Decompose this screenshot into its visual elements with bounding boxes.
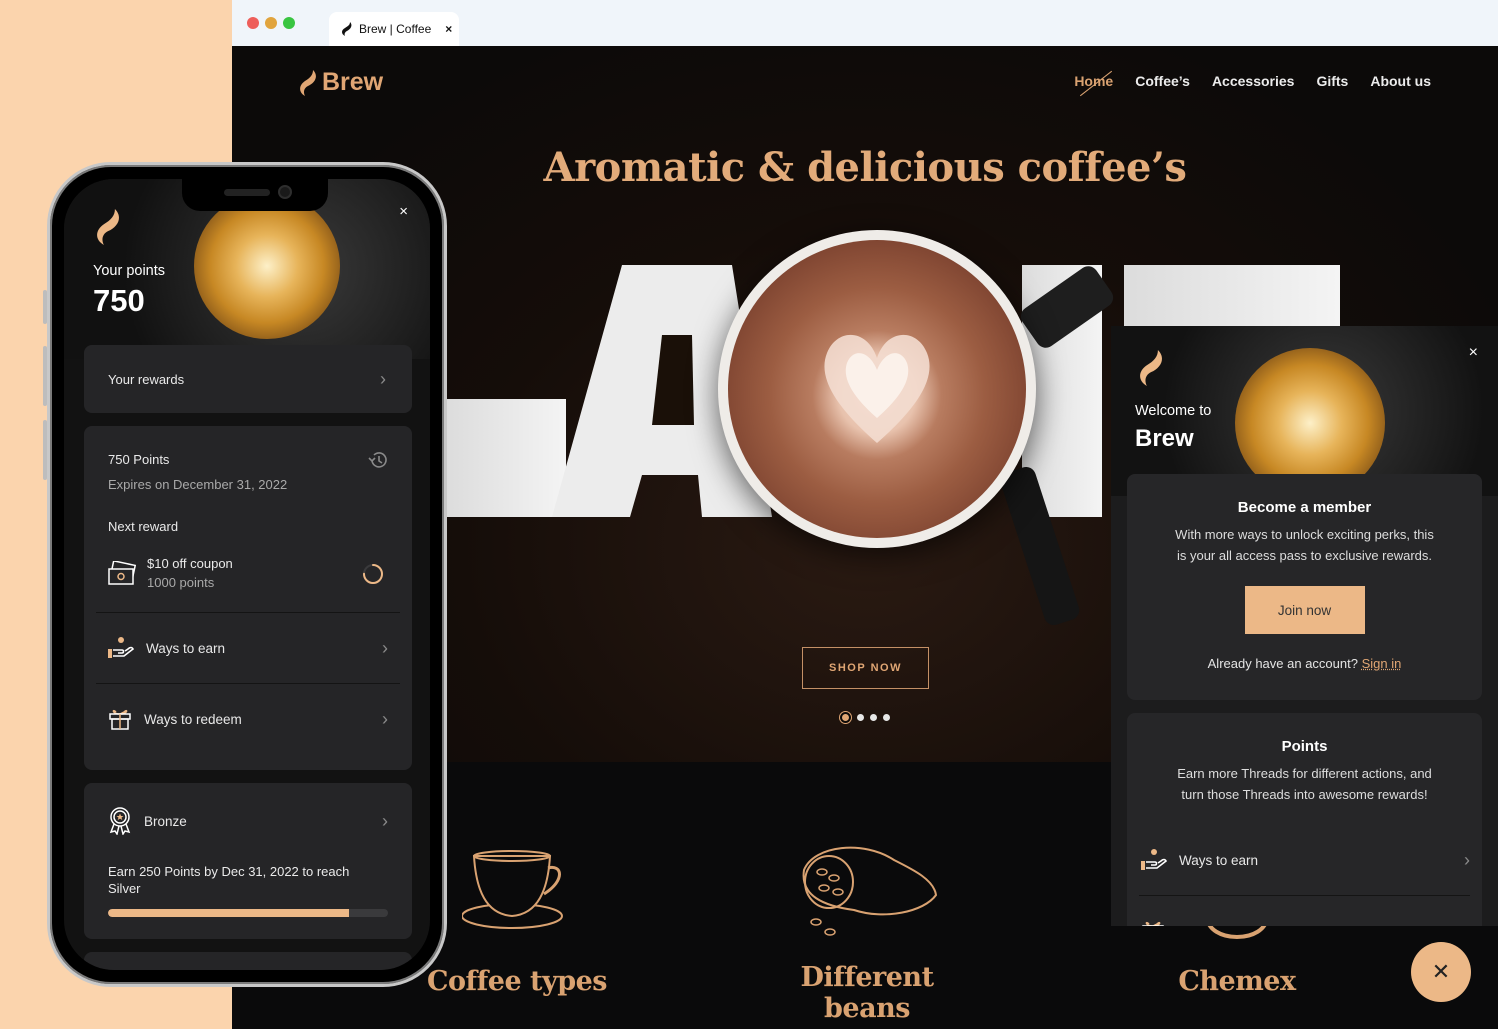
nav-accessories[interactable]: Accessories (1212, 73, 1295, 89)
tier-name: Bronze (144, 813, 187, 829)
popup-ways-to-redeem[interactable]: Ways to redeem › (1127, 896, 1482, 926)
coffee-bean-sack-icon (802, 846, 938, 936)
maximize-window-button[interactable] (283, 17, 295, 29)
flame-logo-icon (300, 69, 316, 96)
points-value: 750 (93, 283, 145, 318)
hero-slider-dots (840, 712, 890, 723)
hand-coin-icon (1141, 849, 1167, 870)
gift-icon (1142, 921, 1164, 926)
next-card-peek (84, 952, 412, 970)
chevron-right-icon: › (382, 708, 388, 729)
welcome-text: Welcome to (1135, 403, 1212, 419)
welcome-brand: Brew (1135, 425, 1194, 452)
coffee-cup-icon (462, 850, 563, 929)
next-reward-progress-ring (363, 564, 383, 584)
nav-gifts[interactable]: Gifts (1316, 73, 1348, 89)
chevron-right-icon: › (382, 810, 388, 831)
tier-progress-bar (108, 909, 388, 917)
history-icon[interactable] (368, 450, 388, 470)
browser-chrome: Brew | Coffee × (232, 0, 1498, 46)
chevron-right-icon: › (382, 637, 388, 658)
feature-label: Chemex (1178, 966, 1296, 997)
tab-close-icon[interactable]: × (445, 22, 452, 36)
shop-now-button[interactable]: SHOP NOW (802, 647, 929, 689)
slider-dot[interactable] (870, 714, 877, 721)
hand-coin-icon (108, 637, 134, 658)
signin-prompt: Already have an account? Sign in (1207, 656, 1402, 671)
close-window-button[interactable] (247, 17, 259, 29)
tier-progress-fill (108, 909, 349, 917)
tab-title: Brew | Coffee (359, 22, 432, 36)
feature-chemex[interactable]: Chemex (1132, 916, 1342, 997)
nav-home[interactable]: Home (1074, 73, 1113, 89)
tier-card: Bronze › Earn 250 Points by Dec 31, 2022… (84, 783, 412, 939)
hero-letter-l-foot (446, 399, 566, 517)
loyalty-popup: × Welcome to Brew Become a member With m… (1111, 326, 1498, 926)
points-balance: 750 Points (108, 452, 170, 467)
tier-row[interactable]: Bronze › (84, 783, 412, 859)
your-points-label: Your points (93, 263, 166, 279)
window-controls (247, 17, 295, 29)
feature-label: Different beans (800, 962, 934, 1024)
your-rewards-card[interactable]: Your rewards › (84, 345, 412, 413)
flame-logo-icon (1140, 350, 1162, 386)
award-badge-icon (109, 807, 131, 835)
phone-notch (182, 179, 328, 211)
next-reward-cost: 1000 points (147, 575, 215, 590)
phone-ways-to-earn[interactable]: Ways to earn › (96, 613, 400, 683)
browser-tab[interactable]: Brew | Coffee × (329, 12, 459, 46)
popup-close-icon[interactable]: × (1469, 344, 1478, 362)
member-card-text: With more ways to unlock exciting perks,… (1175, 527, 1434, 563)
become-member-card: Become a member With more ways to unlock… (1127, 474, 1482, 700)
sign-in-link[interactable]: Sign in (1362, 656, 1402, 671)
minimize-window-button[interactable] (265, 17, 277, 29)
brew-favicon-icon (342, 22, 352, 36)
phone-close-icon[interactable]: × (399, 203, 408, 220)
points-expiry: Expires on December 31, 2022 (108, 477, 288, 492)
main-menu: Home Coffee’s Accessories Gifts About us (1074, 73, 1431, 89)
chevron-right-icon: › (1464, 849, 1470, 870)
phone-ways-to-redeem[interactable]: Ways to redeem › (96, 684, 400, 754)
gift-icon (109, 709, 131, 730)
latte-image (194, 193, 340, 339)
points-card-title: Points (1281, 738, 1328, 755)
flame-logo-icon (97, 209, 119, 245)
widget-close-fab[interactable]: ✕ (1411, 942, 1471, 1002)
slider-dot-active[interactable] (840, 712, 851, 723)
nav-coffees[interactable]: Coffee’s (1135, 73, 1190, 89)
phone-screen: × Your points 750 Your rewards › 750 Poi… (64, 179, 430, 970)
next-reward-name: $10 off coupon (147, 556, 233, 571)
points-card-text: Earn more Threads for different actions,… (1177, 766, 1432, 802)
brand-logo[interactable]: Brew (298, 68, 383, 97)
hero-letter-e (1124, 265, 1340, 327)
next-reward-label: Next reward (108, 519, 179, 534)
front-camera (278, 185, 292, 199)
latte-cup-image (718, 230, 1036, 548)
feature-label: Coffee types (427, 966, 607, 997)
member-card-title: Become a member (1237, 499, 1372, 516)
top-navigation: Brew Home Coffee’s Accessories Gifts Abo… (232, 46, 1498, 118)
nav-about-us[interactable]: About us (1370, 73, 1431, 89)
points-balance-card: 750 Points Expires on December 31, 2022 … (84, 426, 412, 770)
popup-header: × Welcome to Brew (1111, 326, 1498, 498)
slider-dot[interactable] (883, 714, 890, 721)
popup-ways-to-earn[interactable]: Ways to earn › (1127, 825, 1482, 895)
slider-dot[interactable] (857, 714, 864, 721)
join-now-button[interactable]: Join now (1244, 586, 1365, 634)
feature-different-beans[interactable]: Different beans (762, 840, 972, 1024)
phone-mockup: × Your points 750 Your rewards › 750 Poi… (47, 162, 447, 987)
coupon-icon (108, 561, 136, 585)
chevron-right-icon: › (380, 368, 386, 389)
tier-message: Earn 250 Points by Dec 31, 2022 to reach… (108, 864, 350, 896)
chevron-right-icon: › (1464, 921, 1470, 927)
latte-heart-art (824, 334, 930, 443)
points-card: Points Earn more Threads for different a… (1127, 713, 1482, 926)
brand-name: Brew (322, 68, 384, 96)
